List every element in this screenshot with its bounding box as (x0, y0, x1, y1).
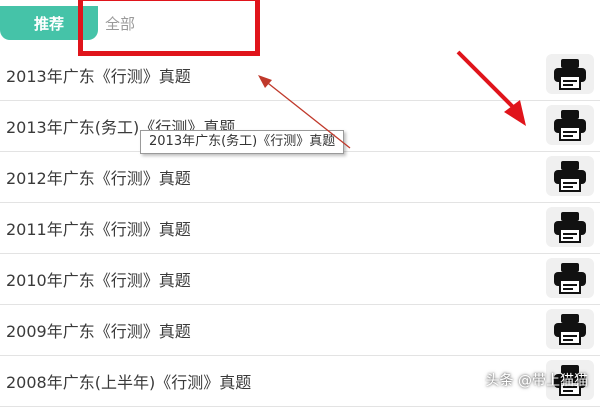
print-button[interactable] (546, 156, 594, 196)
tooltip-text: 2013年广东(务工)《行测》真题 (149, 134, 336, 149)
print-button[interactable] (546, 105, 594, 145)
list-item[interactable]: 2010年广东《行测》真题 (0, 254, 600, 305)
annotation-highlight-box (78, 0, 260, 56)
printer-icon (554, 314, 586, 345)
title-tooltip: 2013年广东(务工)《行测》真题 (140, 130, 345, 154)
list-item[interactable]: 2012年广东《行测》真题 (0, 152, 600, 203)
print-button[interactable] (546, 54, 594, 94)
exam-list: 2013年广东《行测》真题 2013年广东(务工)《行测》真题 2012年广东《… (0, 50, 600, 407)
list-item-title[interactable]: 2009年广东《行测》真题 (0, 318, 191, 342)
print-button[interactable] (546, 207, 594, 247)
printer-icon (554, 212, 586, 243)
printer-icon (554, 263, 586, 294)
list-item-title[interactable]: 2012年广东《行测》真题 (0, 165, 191, 189)
tab-recommended-label: 推荐 (33, 14, 64, 33)
printer-icon (554, 59, 586, 90)
list-item-title[interactable]: 2011年广东《行测》真题 (0, 216, 191, 240)
list-item-title[interactable]: 2008年广东(上半年)《行测》真题 (0, 369, 251, 393)
print-button[interactable] (546, 258, 594, 298)
watermark: 头条 @带上猫猫 (485, 373, 588, 389)
printer-icon (554, 110, 586, 141)
list-item[interactable]: 2011年广东《行测》真题 (0, 203, 600, 254)
printer-icon (554, 161, 586, 192)
list-item[interactable]: 2013年广东《行测》真题 (0, 50, 600, 101)
list-item-title[interactable]: 2010年广东《行测》真题 (0, 267, 191, 291)
tab-bar: 推荐 全部 (0, 0, 600, 56)
list-item-title[interactable]: 2013年广东《行测》真题 (0, 63, 191, 87)
print-button[interactable] (546, 309, 594, 349)
list-item[interactable]: 2009年广东《行测》真题 (0, 305, 600, 356)
